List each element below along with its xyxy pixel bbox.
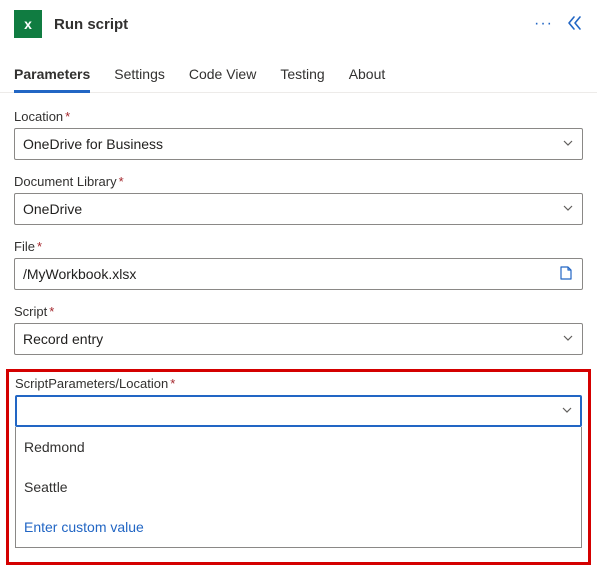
select-location[interactable]: OneDrive for Business — [14, 128, 583, 160]
tab-parameters[interactable]: Parameters — [14, 66, 90, 92]
parameters-form: Location* OneDrive for Business Document… — [0, 93, 597, 355]
required-asterisk: * — [65, 109, 70, 124]
field-location: Location* OneDrive for Business — [14, 109, 583, 160]
field-script-parameters-location: ScriptParameters/Location* Redmond Seatt… — [15, 376, 582, 548]
required-asterisk: * — [37, 239, 42, 254]
more-icon[interactable]: ··· — [534, 15, 553, 33]
highlighted-region: ScriptParameters/Location* Redmond Seatt… — [6, 369, 591, 565]
select-document-library[interactable]: OneDrive — [14, 193, 583, 225]
excel-icon-glyph: x — [24, 16, 32, 32]
chevron-down-icon — [562, 331, 574, 347]
label-location: Location* — [14, 109, 583, 124]
tab-code-view[interactable]: Code View — [189, 66, 256, 92]
input-file[interactable]: /MyWorkbook.xlsx — [14, 258, 583, 290]
chevron-down-icon — [561, 403, 573, 419]
required-asterisk: * — [170, 376, 175, 391]
select-script-value: Record entry — [23, 331, 562, 347]
label-sp-location-text: ScriptParameters/Location — [15, 376, 168, 391]
chevron-down-icon — [562, 136, 574, 152]
dropdown-list: Redmond Seattle Enter custom value — [15, 427, 582, 548]
page-title: Run script — [54, 16, 534, 33]
header-actions: ··· — [534, 15, 583, 34]
excel-icon: x — [14, 10, 42, 38]
select-document-library-value: OneDrive — [23, 201, 562, 217]
label-file: File* — [14, 239, 583, 254]
dropdown-enter-custom-value[interactable]: Enter custom value — [16, 507, 581, 547]
select-script[interactable]: Record entry — [14, 323, 583, 355]
chevron-down-icon — [562, 201, 574, 217]
dropdown-option-redmond[interactable]: Redmond — [16, 427, 581, 467]
label-document-library-text: Document Library — [14, 174, 117, 189]
field-script: Script* Record entry — [14, 304, 583, 355]
input-file-value: /MyWorkbook.xlsx — [23, 266, 552, 282]
label-script: Script* — [14, 304, 583, 319]
tab-settings[interactable]: Settings — [114, 66, 165, 92]
label-sp-location: ScriptParameters/Location* — [15, 376, 582, 391]
label-location-text: Location — [14, 109, 63, 124]
label-document-library: Document Library* — [14, 174, 583, 189]
field-document-library: Document Library* OneDrive — [14, 174, 583, 225]
tab-about[interactable]: About — [349, 66, 386, 92]
tab-testing[interactable]: Testing — [280, 66, 324, 92]
select-location-value: OneDrive for Business — [23, 136, 562, 152]
label-file-text: File — [14, 239, 35, 254]
tab-bar: Parameters Settings Code View Testing Ab… — [0, 44, 597, 93]
select-sp-location[interactable] — [15, 395, 582, 427]
required-asterisk: * — [49, 304, 54, 319]
label-script-text: Script — [14, 304, 47, 319]
required-asterisk: * — [119, 174, 124, 189]
file-picker-icon[interactable] — [558, 265, 574, 284]
field-file: File* /MyWorkbook.xlsx — [14, 239, 583, 290]
header-bar: x Run script ··· — [0, 0, 597, 44]
collapse-icon[interactable] — [567, 15, 583, 34]
dropdown-option-seattle[interactable]: Seattle — [16, 467, 581, 507]
